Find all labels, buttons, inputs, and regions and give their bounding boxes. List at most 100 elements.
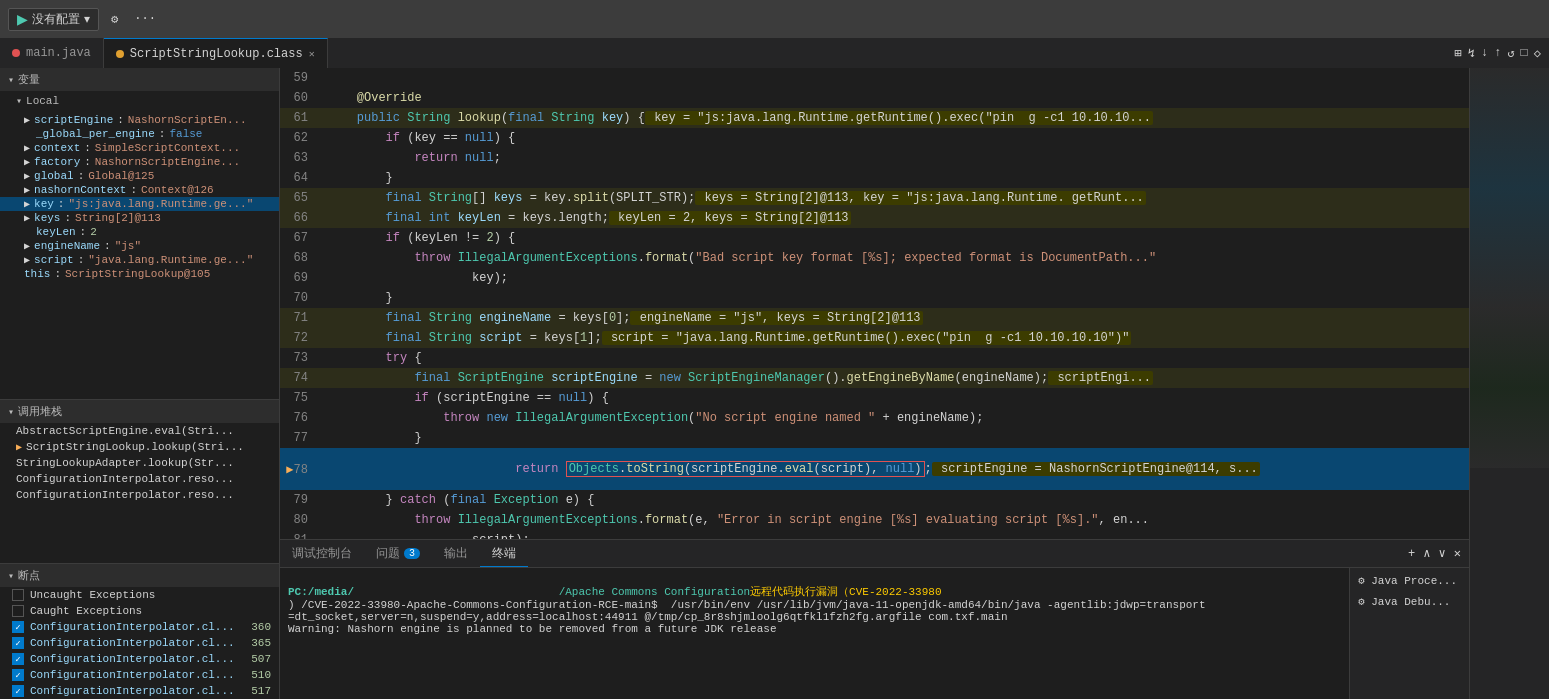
tab-debug-console[interactable]: 调试控制台	[280, 540, 364, 567]
down-icon[interactable]: ∨	[1439, 546, 1446, 561]
bottom-tabs-bar: 调试控制台 问题 3 输出 终端 + ∧ ∨ ✕	[280, 540, 1469, 568]
variables-header[interactable]: ▾ 变量	[0, 68, 279, 91]
code-row-78: ▶78 return Objects.toString(scriptEngine…	[280, 448, 1469, 490]
var-enginename[interactable]: ▶ engineName : "js"	[0, 239, 279, 253]
tab-dot-orange	[116, 50, 124, 58]
tab-toolbar: ⊞ ↯ ↓ ↑ ↺ □ ◇	[1454, 38, 1549, 68]
bp-config-4-line: 510	[251, 669, 271, 681]
debug-marker-icon: ▶	[286, 463, 293, 477]
top-bar: ▶ 没有配置 ▾ ⚙ ···	[0, 0, 1549, 38]
gear-icon[interactable]: ⚙	[107, 10, 122, 29]
bp-config-2[interactable]: ConfigurationInterpolator.cl... 365	[0, 635, 279, 651]
bp-config-1-label: ConfigurationInterpolator.cl...	[30, 621, 235, 633]
bp-config-2-checkbox[interactable]	[12, 637, 24, 649]
var-key[interactable]: ▶ key : "js:java.lang.Runtime.ge..."	[0, 197, 279, 211]
bp-config-5-label: ConfigurationInterpolator.cl...	[30, 685, 235, 697]
toolbar-icon-4[interactable]: ↑	[1494, 46, 1501, 60]
terminal-area: PC:/media/ /Apache Commons Configuration…	[280, 568, 1469, 699]
stack-item-3[interactable]: StringLookupAdapter.lookup(Str...	[0, 455, 279, 471]
plus-icon[interactable]: +	[1408, 547, 1415, 561]
bp-config-3[interactable]: ConfigurationInterpolator.cl... 507	[0, 651, 279, 667]
java-debug-item[interactable]: ⚙ Java Debu...	[1354, 593, 1465, 610]
up-icon[interactable]: ∧	[1423, 546, 1430, 561]
java-process-item[interactable]: ⚙ Java Proce...	[1354, 572, 1465, 589]
toolbar-icon-3[interactable]: ↓	[1481, 46, 1488, 60]
var-name: scriptEngine	[34, 114, 113, 126]
var-factory[interactable]: ▶ factory : NashornScriptEngine...	[0, 155, 279, 169]
bp-config-2-label: ConfigurationInterpolator.cl...	[30, 637, 235, 649]
breakpoints-header[interactable]: ▾ 断点	[0, 564, 279, 587]
local-header[interactable]: ▾ Local	[0, 91, 279, 111]
bp-caught-label: Caught Exceptions	[30, 605, 142, 617]
variables-section: ▾ Local ▶ scriptEngine : NashornScriptEn…	[0, 91, 279, 399]
terminal-content[interactable]: PC:/media/ /Apache Commons Configuration…	[280, 568, 1349, 699]
bp-config-4[interactable]: ConfigurationInterpolator.cl... 510	[0, 667, 279, 683]
bp-config-5-checkbox[interactable]	[12, 685, 24, 697]
var-script[interactable]: ▶ script : "java.lang.Runtime.ge..."	[0, 253, 279, 267]
var-context[interactable]: ▶ context : SimpleScriptContext...	[0, 141, 279, 155]
tab-output[interactable]: 输出	[432, 540, 480, 567]
var-scriptEngine[interactable]: ▶ scriptEngine : NashornScriptEn...	[0, 113, 279, 127]
toolbar-icon-6[interactable]: □	[1521, 46, 1528, 60]
bp-config-5[interactable]: ConfigurationInterpolator.cl... 517	[0, 683, 279, 699]
bp-config-1-checkbox[interactable]	[12, 621, 24, 633]
left-panel: ▾ 变量 ▾ Local ▶ scriptEngine : NashornScr…	[0, 68, 280, 699]
bp-config-4-checkbox[interactable]	[12, 669, 24, 681]
code-row-59: 59	[280, 68, 1469, 88]
code-container[interactable]: 59 60 @Override 61 public String lookup(…	[280, 68, 1469, 539]
bp-caught-checkbox[interactable]	[12, 605, 24, 617]
bp-config-2-line: 365	[251, 637, 271, 649]
editor-area: 59 60 @Override 61 public String lookup(…	[280, 68, 1469, 699]
code-row-70: 70 }	[280, 288, 1469, 308]
breakpoints-section: Uncaught Exceptions Caught Exceptions Co…	[0, 587, 279, 699]
ellipsis-icon[interactable]: ···	[130, 10, 160, 28]
var-nashorn-context[interactable]: ▶ nashornContext : Context@126	[0, 183, 279, 197]
tab-label-script: ScriptStringLookup.class	[130, 47, 303, 61]
tab-scriptstring[interactable]: ScriptStringLookup.class ✕	[104, 38, 328, 68]
stack-item-4[interactable]: ConfigurationInterpolator.reso...	[0, 471, 279, 487]
tab-main-java[interactable]: main.java	[0, 38, 104, 68]
bp-arrow: ▾	[8, 570, 14, 582]
bp-caught[interactable]: Caught Exceptions	[0, 603, 279, 619]
close-panel-icon[interactable]: ✕	[1454, 546, 1461, 561]
run-debug-button[interactable]: ▶ 没有配置 ▾	[8, 8, 99, 31]
var-global-per-engine[interactable]: _global_per_engine : false	[0, 127, 279, 141]
tab-problems-label: 问题	[376, 545, 400, 562]
tab-debug-label: 调试控制台	[292, 545, 352, 562]
variables-label: 变量	[18, 72, 40, 87]
bp-uncaught-checkbox[interactable]	[12, 589, 24, 601]
toolbar-icon-1[interactable]: ⊞	[1454, 46, 1461, 61]
code-row-80: 80 throw IllegalArgumentExceptions.forma…	[280, 510, 1469, 530]
var-keys[interactable]: ▶ keys : String[2]@113	[0, 211, 279, 225]
bp-config-3-checkbox[interactable]	[12, 653, 24, 665]
var-this[interactable]: this : ScriptStringLookup@105	[0, 267, 279, 281]
bp-config-1[interactable]: ConfigurationInterpolator.cl... 360	[0, 619, 279, 635]
bp-uncaught[interactable]: Uncaught Exceptions	[0, 587, 279, 603]
bottom-tab-actions: + ∧ ∨ ✕	[1408, 540, 1469, 567]
expand-icon: ▶	[24, 114, 30, 126]
local-arrow: ▾	[16, 95, 22, 107]
stack-item-1[interactable]: AbstractScriptEngine.eval(Stri...	[0, 423, 279, 439]
tab-problems[interactable]: 问题 3	[364, 540, 432, 567]
tab-close-icon[interactable]: ✕	[309, 48, 315, 60]
tab-terminal-label: 终端	[492, 545, 516, 562]
run-label: 没有配置	[32, 11, 80, 28]
stack-item-5[interactable]: ConfigurationInterpolator.reso...	[0, 487, 279, 503]
code-row-62: 62 if (key == null) {	[280, 128, 1469, 148]
code-row-79: 79 } catch (final Exception e) {	[280, 490, 1469, 510]
code-row-60: 60 @Override	[280, 88, 1469, 108]
toolbar-icon-5[interactable]: ↺	[1507, 46, 1514, 61]
code-row-72: 72 final String script = keys[1]; script…	[280, 328, 1469, 348]
var-keylen[interactable]: keyLen : 2	[0, 225, 279, 239]
bp-config-5-line: 517	[251, 685, 271, 697]
code-row-63: 63 return null;	[280, 148, 1469, 168]
bp-config-4-label: ConfigurationInterpolator.cl...	[30, 669, 235, 681]
code-row-66: 66 final int keyLen = keys.length; keyLe…	[280, 208, 1469, 228]
toolbar-icon-2[interactable]: ↯	[1468, 46, 1475, 61]
tab-terminal[interactable]: 终端	[480, 540, 528, 567]
stack-item-2[interactable]: ▶ ScriptStringLookup.lookup(Stri...	[0, 439, 279, 455]
callstack-header[interactable]: ▾ 调用堆栈	[0, 400, 279, 423]
var-global[interactable]: ▶ global : Global@125	[0, 169, 279, 183]
terminal-right-panel: ⚙ Java Proce... ⚙ Java Debu...	[1349, 568, 1469, 699]
toolbar-icon-7[interactable]: ◇	[1534, 46, 1541, 61]
